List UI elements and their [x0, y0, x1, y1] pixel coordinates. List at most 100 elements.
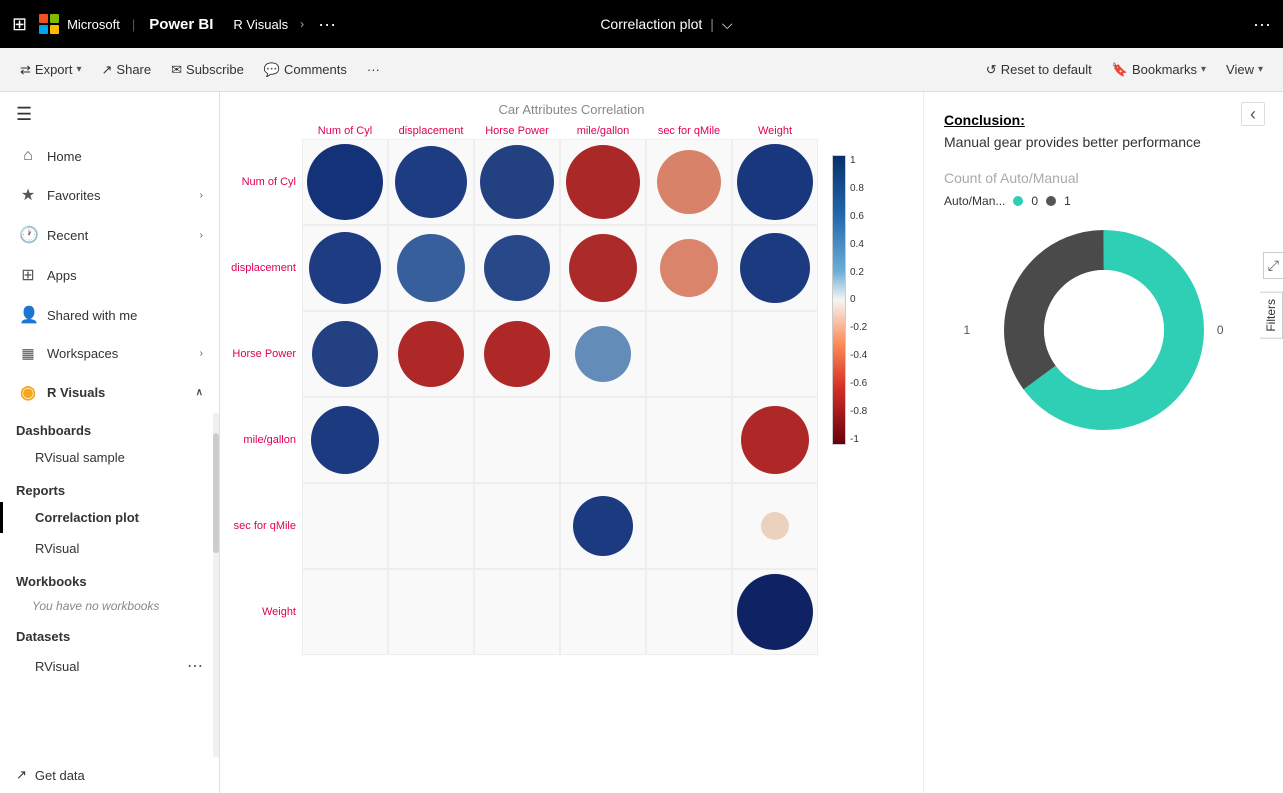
- microsoft-logo: Microsoft: [39, 14, 120, 34]
- sidebar-item-recent[interactable]: 🕐 Recent ›: [0, 215, 219, 255]
- row-label-4: sec for qMile: [230, 520, 302, 532]
- reports-label: Reports: [0, 473, 219, 502]
- comments-icon: 💬: [264, 62, 280, 78]
- row-label-5: Weight: [230, 606, 302, 618]
- matrix-row-0: Num of Cyl: [230, 139, 818, 225]
- legend-item-0-label: 0: [1031, 194, 1038, 208]
- reset-button[interactable]: ↺ Reset to default: [978, 58, 1100, 82]
- sidebar-item-label: Apps: [47, 268, 203, 283]
- filters-tab[interactable]: Filters: [1260, 292, 1283, 339]
- sidebar-item-label: Recent: [47, 228, 190, 243]
- collapse-panel-button[interactable]: ‹: [1241, 102, 1265, 126]
- datasets-label: Datasets: [0, 619, 219, 648]
- export-button[interactable]: ⇄ Export ▾: [12, 58, 90, 82]
- row-label-1: displacement: [230, 262, 302, 274]
- col-header-4: sec for qMile: [646, 125, 732, 137]
- sidebar-sub-item-rvisual-sample[interactable]: RVisual sample: [0, 442, 219, 473]
- legend-item-1-label: 1: [1064, 194, 1071, 208]
- breadcrumb[interactable]: R Visuals: [233, 17, 288, 32]
- favorites-icon: ★: [19, 185, 37, 205]
- legend-val-04: 0.4: [850, 239, 867, 250]
- cell-3-4: [646, 397, 732, 483]
- plot-title: Car Attributes Correlation: [230, 102, 913, 117]
- cell-3-1: [388, 397, 474, 483]
- view-label: View: [1226, 62, 1254, 77]
- expand-button[interactable]: ⤢: [1263, 252, 1283, 279]
- main-layout: ☰ ⌂ Home ★ Favorites › 🕐 Recent › ⊞ Apps…: [0, 92, 1283, 793]
- more-button[interactable]: ···: [359, 58, 388, 81]
- sidebar-item-favorites[interactable]: ★ Favorites ›: [0, 175, 219, 215]
- donut-label-left: 1: [964, 323, 971, 337]
- title-separator: |: [710, 16, 714, 32]
- col-header-1: displacement: [388, 125, 474, 137]
- legend-val-m04: -0.4: [850, 350, 867, 361]
- sidebar-item-label: Home: [47, 149, 203, 164]
- right-panel: Conclusion: Manual gear provides better …: [923, 92, 1283, 793]
- more-icon: ···: [367, 62, 380, 77]
- sidebar-item-workspaces[interactable]: ▦ Workspaces ›: [0, 335, 219, 372]
- sidebar-item-home[interactable]: ⌂ Home: [0, 137, 219, 175]
- comments-button[interactable]: 💬 Comments: [256, 58, 355, 82]
- export-icon: ⇄: [20, 62, 31, 78]
- view-chevron: ▾: [1258, 64, 1263, 75]
- workbooks-label: Workbooks: [0, 564, 219, 593]
- comments-label: Comments: [284, 62, 347, 77]
- plot-area: Car Attributes Correlation Num of Cyl di…: [220, 92, 923, 793]
- cell-0-3: [566, 145, 640, 219]
- matrix-row-4: sec for qMile: [230, 483, 818, 569]
- get-data-label: Get data: [35, 768, 85, 783]
- sidebar-item-shared[interactable]: 👤 Shared with me: [0, 295, 219, 335]
- title-dropdown-icon[interactable]: ⌵: [722, 16, 733, 33]
- cell-1-5: [740, 233, 810, 303]
- report-title-area: Correlaction plot | ⌵: [600, 16, 732, 33]
- content-area: Car Attributes Correlation Num of Cyl di…: [220, 92, 1283, 793]
- legend-val-m08: -0.8: [850, 406, 867, 417]
- sidebar-sub-item-correlaction-plot[interactable]: Correlaction plot: [0, 502, 219, 533]
- cell-5-5: [737, 574, 813, 650]
- sidebar-item-label: Favorites: [47, 188, 190, 203]
- grid-icon[interactable]: ⊞: [12, 14, 27, 35]
- legend-dot-0: [1013, 196, 1023, 206]
- cell-5-4: [646, 569, 732, 655]
- conclusion-title: Conclusion:: [944, 112, 1263, 128]
- share-button[interactable]: ↗ Share: [94, 58, 160, 82]
- donut-chart: 1 0: [994, 220, 1214, 440]
- app-name: Power BI: [149, 16, 213, 33]
- sidebar-item-rvisuals[interactable]: ◉ R Visuals ∧: [0, 372, 219, 413]
- sidebar-sub-item-rvisual[interactable]: RVisual: [0, 533, 219, 564]
- bookmark-icon: 🔖: [1112, 62, 1128, 78]
- cell-0-5: [737, 144, 813, 220]
- chevron-right-icon: ›: [200, 230, 203, 241]
- breadcrumb-arrow: ›: [300, 17, 304, 31]
- cell-2-5: [732, 311, 818, 397]
- matrix-row-3: mile/gallon: [230, 397, 818, 483]
- bookmarks-chevron: ▾: [1201, 64, 1206, 75]
- matrix-row-1: displacement: [230, 225, 818, 311]
- workspaces-icon: ▦: [19, 345, 37, 362]
- cell-4-4: [646, 483, 732, 569]
- dataset-more-icon[interactable]: ⋯: [187, 656, 203, 676]
- share-icon: ↗: [102, 62, 113, 78]
- topbar-kebab[interactable]: ···: [1253, 14, 1271, 35]
- legend-val-02: 0.2: [850, 267, 867, 278]
- legend-val-0: 0: [850, 294, 867, 305]
- subscribe-button[interactable]: ✉ Subscribe: [163, 58, 252, 82]
- count-legend-row: Auto/Man... 0 1: [944, 194, 1263, 208]
- bookmarks-button[interactable]: 🔖 Bookmarks ▾: [1104, 58, 1214, 82]
- reset-label: Reset to default: [1001, 62, 1092, 77]
- sidebar-item-label: Workspaces: [47, 346, 190, 361]
- view-button[interactable]: View ▾: [1218, 58, 1271, 81]
- col-header-3: mile/gallon: [560, 125, 646, 137]
- get-data-button[interactable]: ↗ Get data: [0, 757, 219, 793]
- cell-4-1: [388, 483, 474, 569]
- col-header-2: Horse Power: [474, 125, 560, 137]
- topbar-more[interactable]: ···: [318, 14, 336, 35]
- chevron-right-icon: ›: [200, 190, 203, 201]
- count-title: Count of Auto/Manual: [944, 170, 1263, 186]
- sidebar-item-apps[interactable]: ⊞ Apps: [0, 255, 219, 295]
- sidebar-toggle[interactable]: ☰: [0, 92, 219, 137]
- apps-icon: ⊞: [19, 265, 37, 285]
- sidebar-sub-item-rvisual-dataset[interactable]: RVisual ⋯: [0, 648, 219, 684]
- cell-2-3: [575, 326, 631, 382]
- legend-val-m06: -0.6: [850, 378, 867, 389]
